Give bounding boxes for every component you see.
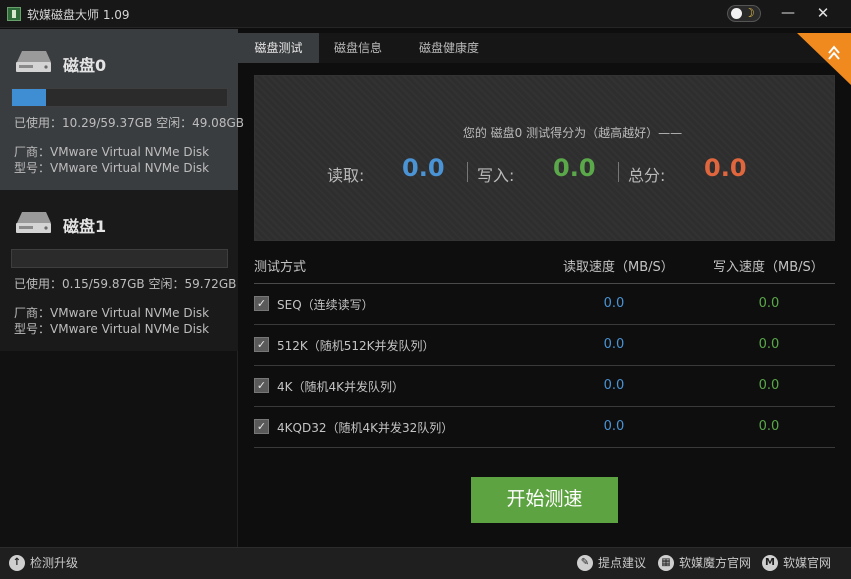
read-score-label: 读取:: [327, 166, 365, 185]
score-panel: 您的 磁盘0 测试得分为（越高越好）—— 读取: 0.0 写入: 0.0 总分:…: [254, 75, 835, 241]
ruanmei-site-link[interactable]: M 软媒官网: [762, 548, 831, 579]
disk-usage-fill: [12, 89, 47, 106]
disk-item-1[interactable]: 磁盘1 已使用：0.15/59.87GB 空闲：59.72GB 厂商：VMwar…: [0, 190, 238, 351]
disk-sidebar: 磁盘0 已使用：10.29/59.37GB 空闲：49.08GB 厂商：VMwa…: [0, 29, 244, 547]
write-speed-value: 0.0: [758, 378, 780, 393]
test-method-label: 4K（随机4K并发队列）: [277, 380, 405, 394]
table-row: ✓ SEQ（连续读写） 0.0 0.0: [254, 284, 835, 325]
write-score-value: 0.0: [553, 154, 596, 182]
seq-test-checkbox[interactable]: ✓: [254, 296, 269, 311]
write-score-label: 写入:: [477, 166, 515, 185]
tab-disk-health[interactable]: 磁盘健康度: [399, 33, 499, 63]
disk-usage-bar: [11, 249, 228, 268]
disk-name: 磁盘0: [63, 56, 107, 75]
test-method-label: SEQ（连续读写）: [277, 298, 374, 312]
disk-name: 磁盘1: [63, 217, 107, 236]
close-button[interactable]: ✕: [810, 3, 836, 23]
grid-icon: ▦: [658, 554, 674, 571]
cube-site-link[interactable]: ▦ 软媒魔方官网: [658, 548, 751, 579]
results-table-header: 测试方式 读取速度（MB/S） 写入速度（MB/S）: [254, 250, 835, 284]
disk-model-text: 型号：VMware Virtual NVMe Disk: [14, 322, 210, 336]
start-benchmark-button[interactable]: 开始测速: [471, 477, 618, 523]
write-speed-value: 0.0: [758, 419, 780, 434]
disk-vendor-text: 厂商：VMware Virtual NVMe Disk: [14, 145, 210, 159]
read-speed-value: 0.0: [603, 419, 625, 434]
check-update-link[interactable]: ↑ 检测升级: [9, 548, 78, 579]
score-divider: [467, 162, 468, 182]
check-update-label: 检测升级: [30, 556, 79, 570]
test-method-label: 512K（随机512K并发队列）: [277, 339, 435, 353]
tab-disk-info[interactable]: 磁盘信息: [321, 33, 395, 63]
ruanmei-logo-icon: M: [762, 554, 778, 571]
score-divider: [618, 162, 619, 182]
hard-drive-icon: [16, 51, 51, 72]
test-method-label: 4KQD32（随机4K并发32队列）: [277, 421, 454, 435]
tab-bar: 磁盘测试 磁盘信息 磁盘健康度: [238, 33, 851, 63]
disk-item-0[interactable]: 磁盘0 已使用：10.29/59.37GB 空闲：49.08GB 厂商：VMwa…: [0, 29, 244, 190]
feedback-label: 提点建议: [598, 556, 647, 570]
table-row: ✓ 4KQD32（随机4K并发32队列） 0.0 0.0: [254, 407, 835, 448]
disk-usage-bar: [11, 88, 228, 107]
total-score-value: 0.0: [704, 154, 747, 182]
upload-arrow-icon: ↑: [9, 554, 25, 571]
column-header-read: 读取速度（MB/S）: [563, 260, 674, 275]
table-row: ✓ 4K（随机4K并发队列） 0.0 0.0: [254, 366, 835, 407]
app-logo-icon: [7, 7, 21, 21]
disk-usage-text: 已使用：0.15/59.87GB 空闲：59.72GB: [14, 277, 237, 291]
total-score-label: 总分:: [628, 166, 666, 185]
cube-site-label: 软媒魔方官网: [679, 556, 752, 570]
4k-test-checkbox[interactable]: ✓: [254, 378, 269, 393]
column-header-method: 测试方式: [254, 260, 307, 275]
disk-model-text: 型号：VMware Virtual NVMe Disk: [14, 161, 210, 175]
moon-icon: ☽: [744, 6, 755, 20]
score-caption: 您的 磁盘0 测试得分为（越高越好）——: [462, 126, 683, 140]
footer-bar: ↑ 检测升级 ✎ 提点建议 ▦ 软媒魔方官网 M 软媒官网: [0, 547, 851, 579]
table-row: ✓ 512K（随机512K并发队列） 0.0 0.0: [254, 325, 835, 366]
hard-drive-icon: [16, 212, 51, 233]
title-bar: 软媒磁盘大师 1.09 ☽ — ✕: [0, 0, 851, 28]
write-speed-value: 0.0: [758, 337, 780, 352]
512k-test-checkbox[interactable]: ✓: [254, 337, 269, 352]
disk-usage-text: 已使用：10.29/59.37GB 空闲：49.08GB: [14, 116, 244, 130]
theme-toggle[interactable]: ☽: [727, 5, 761, 22]
minimize-button[interactable]: —: [775, 3, 801, 23]
disk-vendor-text: 厂商：VMware Virtual NVMe Disk: [14, 306, 210, 320]
feedback-link[interactable]: ✎ 提点建议: [577, 548, 646, 579]
tab-disk-test[interactable]: 磁盘测试: [238, 33, 319, 63]
window-title: 软媒磁盘大师 1.09: [27, 8, 130, 22]
ruanmei-site-label: 软媒官网: [783, 556, 832, 570]
4kqd32-test-checkbox[interactable]: ✓: [254, 419, 269, 434]
read-speed-value: 0.0: [603, 378, 625, 393]
column-header-write: 写入速度（MB/S）: [713, 260, 824, 275]
theme-toggle-knob: [731, 8, 742, 19]
pencil-icon: ✎: [577, 554, 593, 571]
read-score-value: 0.0: [402, 154, 445, 182]
write-speed-value: 0.0: [758, 296, 780, 311]
read-speed-value: 0.0: [603, 337, 625, 352]
read-speed-value: 0.0: [603, 296, 625, 311]
